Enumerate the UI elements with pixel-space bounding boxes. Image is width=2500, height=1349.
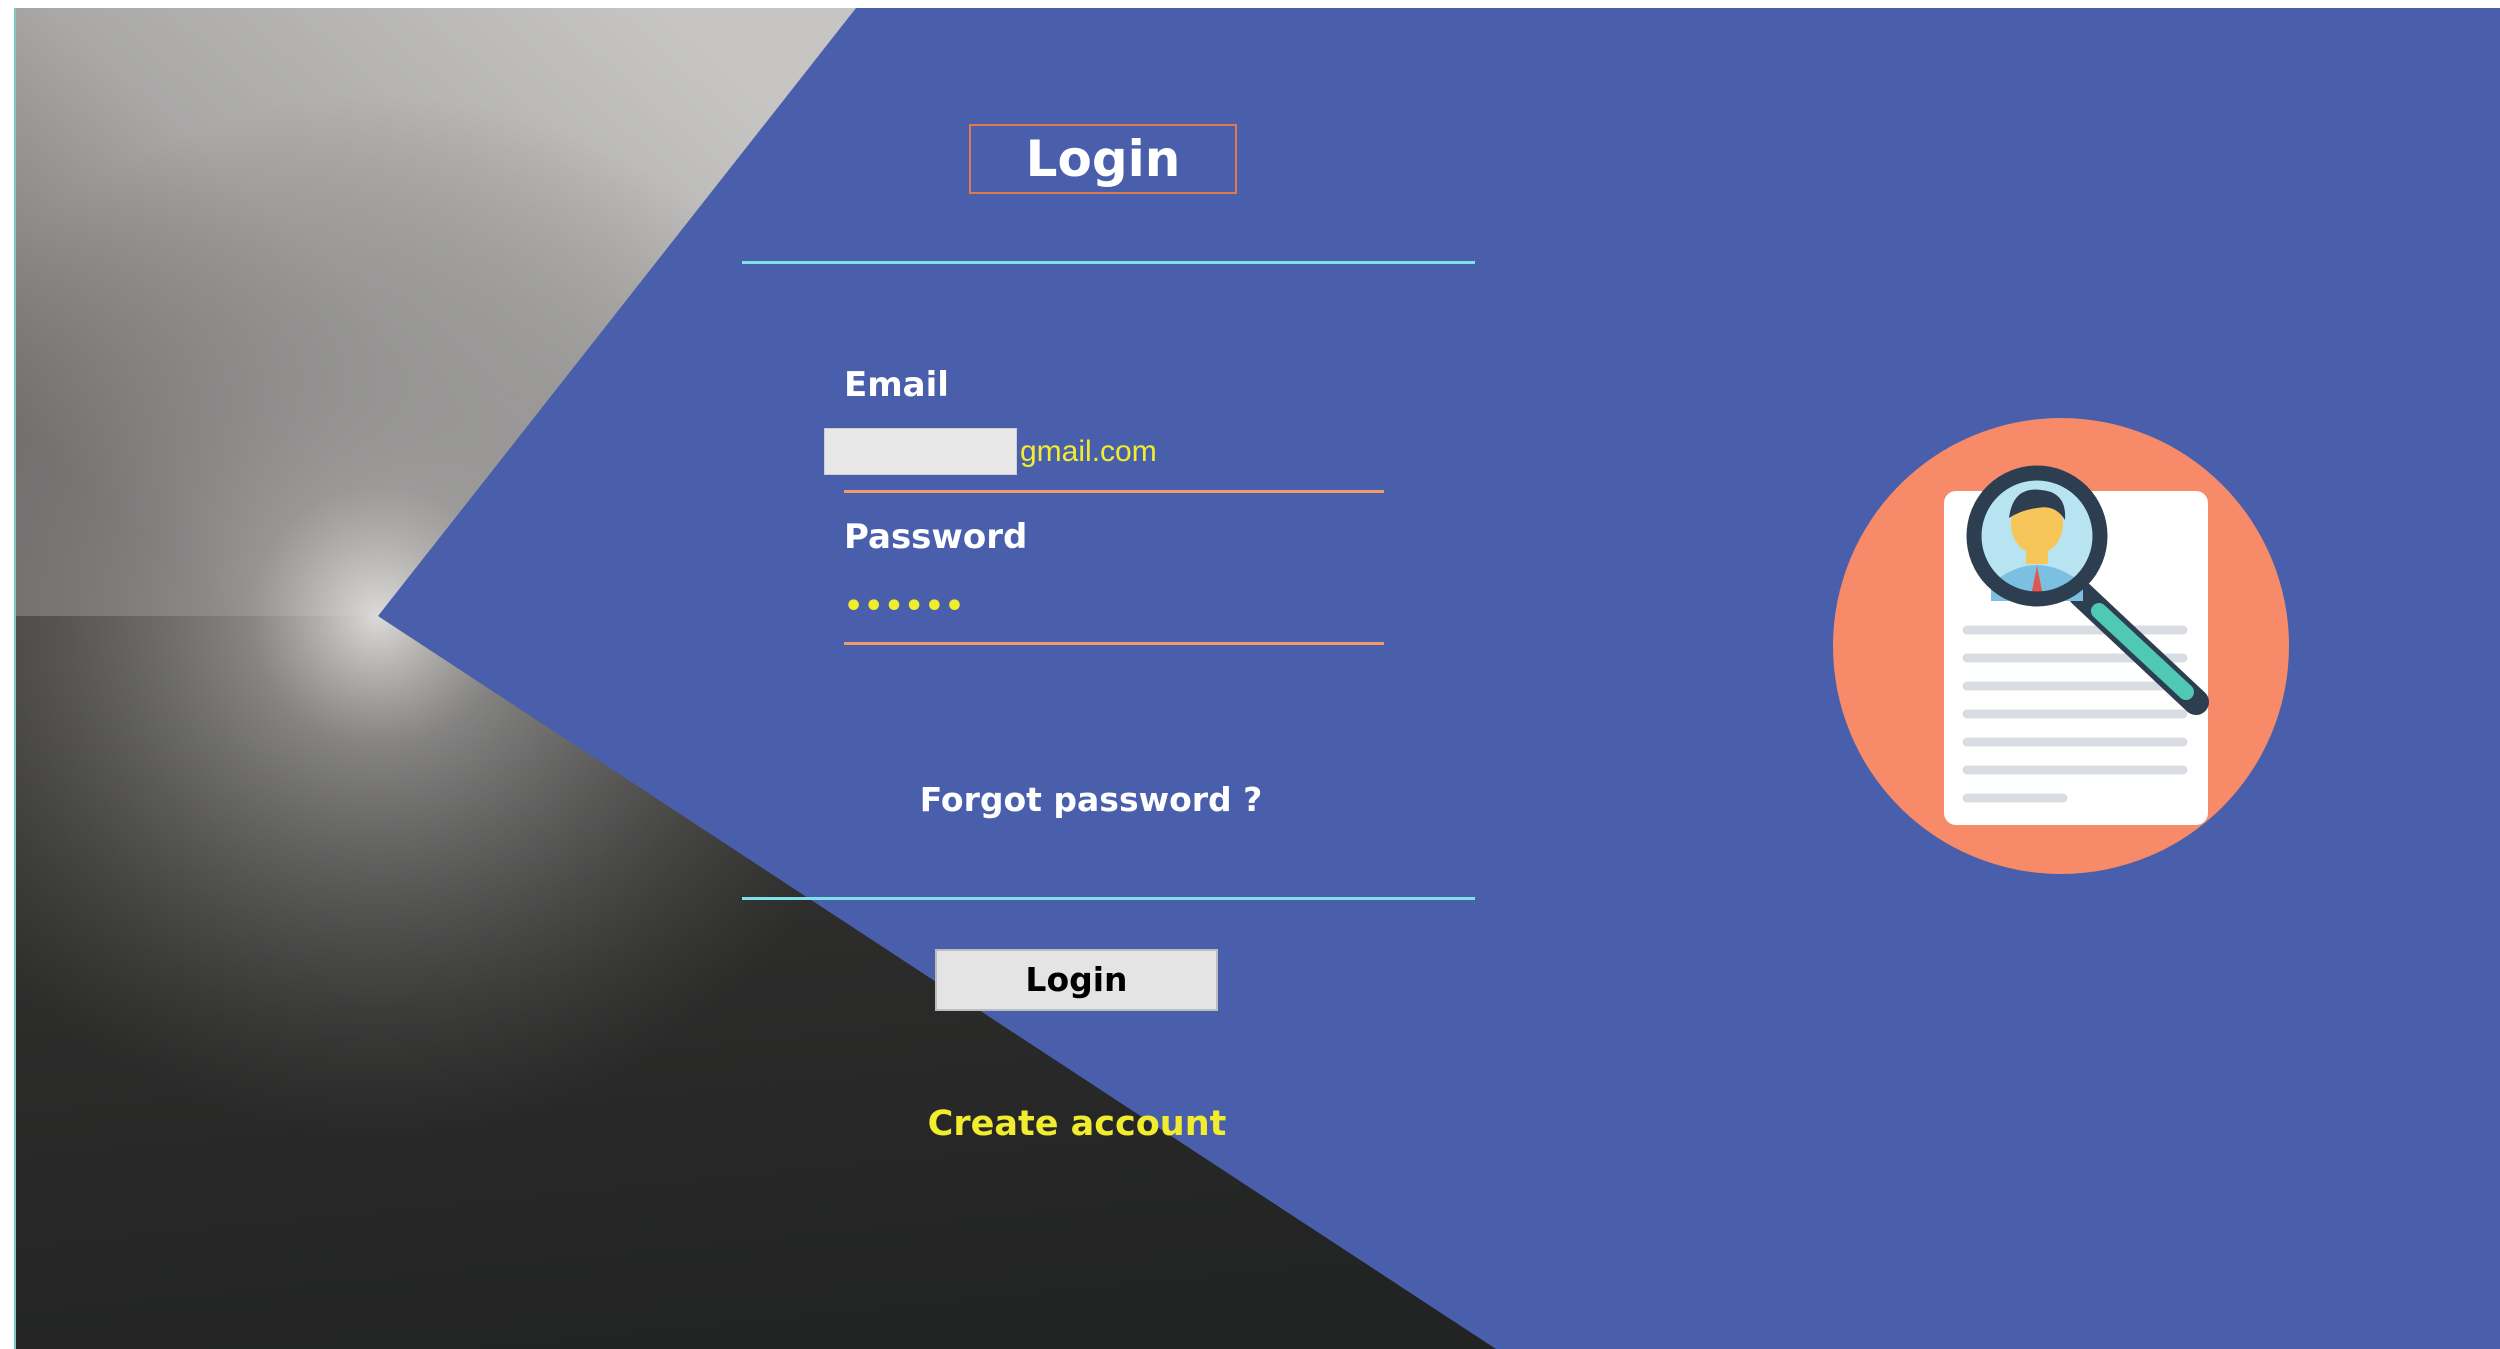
email-field[interactable] (824, 428, 1017, 475)
top-divider (742, 261, 1475, 264)
password-label: Password (844, 517, 1028, 557)
resume-search-icon (1833, 418, 2289, 874)
email-domain-text[interactable]: gmail.com (1020, 435, 1157, 469)
login-button[interactable]: Login (935, 949, 1218, 1011)
email-label: Email (844, 365, 949, 405)
page-title: Login (969, 124, 1237, 194)
bottom-divider (742, 897, 1475, 900)
glow-overlay (16, 8, 1496, 1349)
create-account-link[interactable]: Create account (16, 1103, 2138, 1145)
password-underline (844, 642, 1384, 645)
password-field[interactable]: •••••• (844, 590, 965, 624)
login-screen: Login Email gmail.com Password •••••• Fo… (14, 8, 2500, 1349)
email-underline (844, 490, 1384, 493)
